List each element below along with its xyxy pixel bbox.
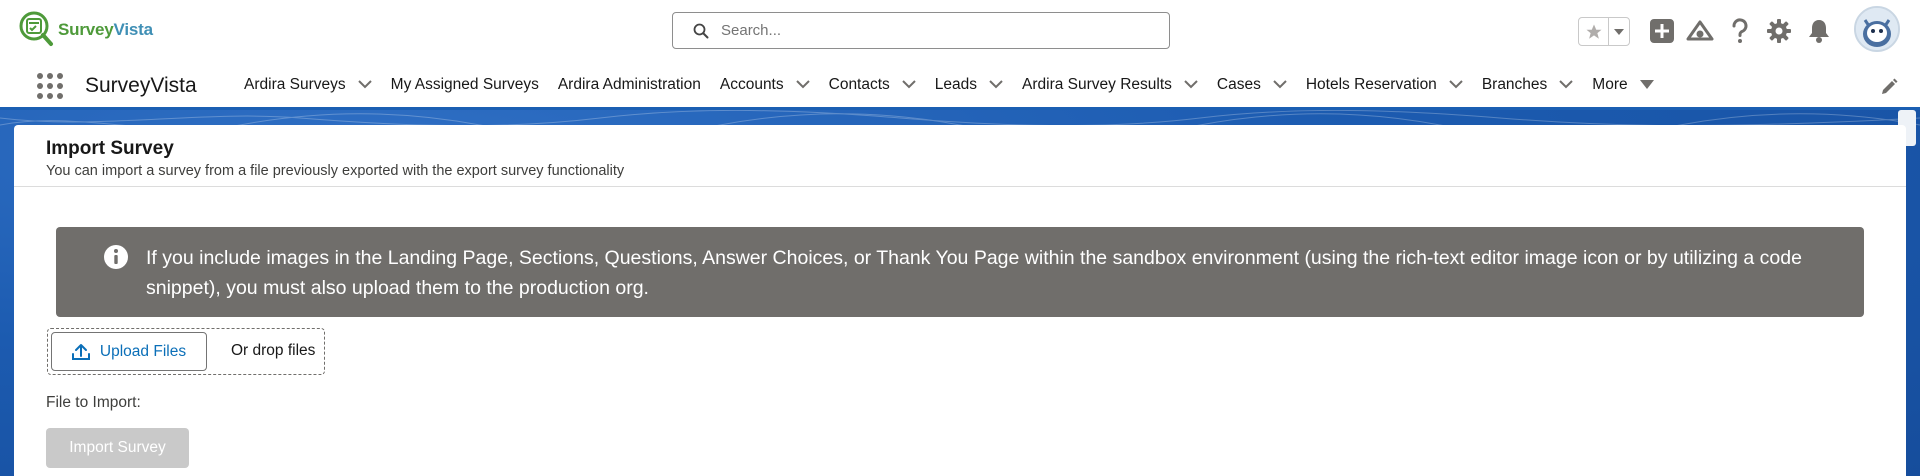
- nav-item-label: Ardira Surveys: [244, 75, 346, 93]
- global-header: SurveyVista: [0, 0, 1920, 62]
- surveyvista-logo[interactable]: SurveyVista: [18, 10, 153, 50]
- card-header: Import Survey You can import a survey fr…: [14, 125, 1906, 187]
- notifications-bell-icon: [1809, 20, 1829, 43]
- drop-files-text: Or drop files: [231, 342, 316, 359]
- nav-item-more[interactable]: More: [1592, 75, 1654, 94]
- favorites-group: [1578, 17, 1630, 46]
- nav-item-label: More: [1592, 75, 1628, 93]
- page-title: Import Survey: [46, 138, 174, 159]
- import-survey-button[interactable]: Import Survey: [46, 428, 189, 468]
- nav-item-branches[interactable]: Branches: [1481, 75, 1574, 94]
- nav-item-label: Contacts: [828, 75, 890, 93]
- search-input[interactable]: [719, 21, 1143, 40]
- edit-nav-pencil-icon[interactable]: [1880, 78, 1898, 96]
- import-survey-card: Import Survey You can import a survey fr…: [14, 125, 1906, 476]
- nav-item-ardira-surveys[interactable]: Ardira Surveys: [244, 76, 372, 94]
- info-alert-text: If you include images in the Landing Pag…: [146, 247, 1802, 299]
- nav-item-label: Ardira Survey Results: [1022, 75, 1172, 93]
- add-icon: [1650, 19, 1674, 43]
- setup-button[interactable]: [1765, 17, 1793, 45]
- favorites-dropdown-button[interactable]: [1609, 18, 1629, 45]
- search-icon: [693, 23, 709, 38]
- nav-item-label: Ardira Administration: [557, 75, 701, 93]
- help-icon: [1732, 18, 1748, 43]
- notifications-button[interactable]: [1805, 17, 1833, 45]
- upload-icon: [71, 343, 90, 360]
- nav-item-label: Hotels Reservation: [1305, 75, 1437, 93]
- info-icon: [104, 245, 128, 269]
- chevron-down-icon[interactable]: [1273, 80, 1287, 89]
- nav-item-leads[interactable]: Leads: [935, 76, 1003, 94]
- file-drop-zone[interactable]: Upload Files Or drop files: [47, 328, 325, 375]
- logo-wordmark: SurveyVista: [58, 20, 153, 39]
- nav-item-accounts[interactable]: Accounts: [720, 76, 810, 94]
- avatar-image: [1856, 8, 1898, 50]
- favorites-button[interactable]: [1579, 18, 1610, 45]
- nav-item-ardira-administration[interactable]: Ardira Administration: [558, 76, 701, 94]
- chevron-down-icon[interactable]: [795, 80, 810, 89]
- app-name: SurveyVista: [85, 74, 197, 97]
- nav-item-label: Branches: [1481, 75, 1548, 93]
- setup-gear-icon: [1767, 19, 1791, 43]
- nav-item-label: Accounts: [719, 75, 784, 93]
- user-avatar[interactable]: [1854, 6, 1900, 52]
- nav-item-my-assigned-surveys[interactable]: My Assigned Surveys: [391, 76, 539, 94]
- info-alert: If you include images in the Landing Pag…: [56, 227, 1864, 317]
- global-actions-button[interactable]: [1648, 17, 1676, 45]
- star-icon: [1586, 24, 1602, 39]
- page-subtitle: You can import a survey from a file prev…: [46, 163, 625, 179]
- chevron-down-icon[interactable]: [989, 80, 1003, 89]
- favorites-dropdown-icon: [1614, 28, 1625, 35]
- global-search[interactable]: [672, 12, 1170, 49]
- nav-items: Ardira Surveys My Assigned Surveys Ardira …: [244, 62, 1673, 107]
- app-launcher-icon[interactable]: [36, 72, 64, 100]
- chevron-down-icon[interactable]: [357, 80, 372, 89]
- trailhead-button[interactable]: [1686, 17, 1714, 45]
- upload-files-button[interactable]: Upload Files: [51, 332, 207, 371]
- caret-down-icon[interactable]: [1639, 80, 1654, 89]
- chevron-down-icon[interactable]: [1559, 80, 1574, 89]
- nav-item-label: Cases: [1216, 75, 1261, 93]
- chevron-down-icon[interactable]: [1184, 80, 1198, 89]
- app-navigation-bar: SurveyVista Ardira Surveys My Assigned Su…: [0, 62, 1920, 110]
- nav-item-hotels-reservation[interactable]: Hotels Reservation: [1306, 76, 1463, 94]
- nav-item-label: Leads: [934, 75, 978, 93]
- file-to-import-label: File to Import:: [46, 394, 141, 411]
- upload-files-label: Upload Files: [99, 342, 187, 360]
- nav-item-ardira-survey-results[interactable]: Ardira Survey Results: [1022, 76, 1198, 94]
- trailhead-icon: [1686, 20, 1714, 41]
- chevron-down-icon[interactable]: [1449, 80, 1463, 89]
- logo-magnifier-icon: [19, 11, 53, 46]
- nav-item-contacts[interactable]: Contacts: [829, 76, 916, 94]
- nav-item-label: My Assigned Surveys: [390, 75, 539, 93]
- nav-item-cases[interactable]: Cases: [1217, 76, 1287, 94]
- help-button[interactable]: [1726, 17, 1754, 45]
- chevron-down-icon[interactable]: [902, 80, 916, 89]
